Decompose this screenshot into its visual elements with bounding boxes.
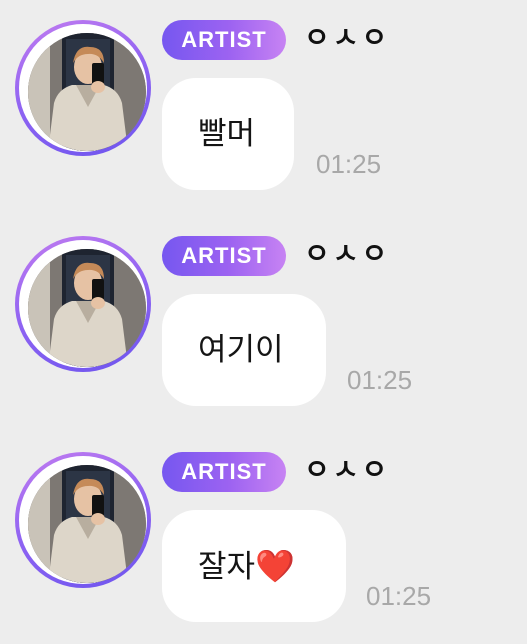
sender-name: ㅇㅅㅇ [304, 237, 391, 270]
message-timestamp: 01:25 [366, 581, 432, 611]
sender-name: ㅇㅅㅇ [304, 21, 391, 54]
message-text: 잘자 [198, 549, 256, 585]
message-bubble[interactable]: 여기이 [162, 294, 326, 406]
avatar-photo [28, 465, 146, 583]
sender-name: ㅇㅅㅇ [304, 453, 391, 486]
chat-message: ARTIST ㅇㅅㅇ 빨머 01:25 [0, 0, 527, 200]
avatar-photo [28, 249, 146, 367]
red-heart-icon: ❤️ [255, 547, 295, 585]
chat-message: ARTIST ㅇㅅㅇ 여기이 01:25 [0, 216, 527, 416]
artist-avatar[interactable] [15, 236, 151, 372]
artist-badge: ARTIST [162, 236, 286, 276]
message-bubble[interactable]: 잘자❤️ [162, 510, 346, 622]
artist-badge: ARTIST [162, 20, 286, 60]
message-text: 여기이 [198, 332, 284, 368]
message-text: 빨머 [198, 116, 256, 152]
chat-message: ARTIST ㅇㅅㅇ 잘자❤️ 01:25 [0, 432, 527, 632]
artist-avatar[interactable] [15, 452, 151, 588]
message-timestamp: 01:25 [316, 149, 382, 179]
avatar-image [28, 249, 146, 367]
avatar-image [28, 33, 146, 151]
artist-badge: ARTIST [162, 452, 286, 492]
artist-avatar[interactable] [15, 20, 151, 156]
message-bubble[interactable]: 빨머 [162, 78, 294, 190]
avatar-photo [28, 33, 146, 151]
message-timestamp: 01:25 [347, 365, 413, 395]
avatar-image [28, 465, 146, 583]
